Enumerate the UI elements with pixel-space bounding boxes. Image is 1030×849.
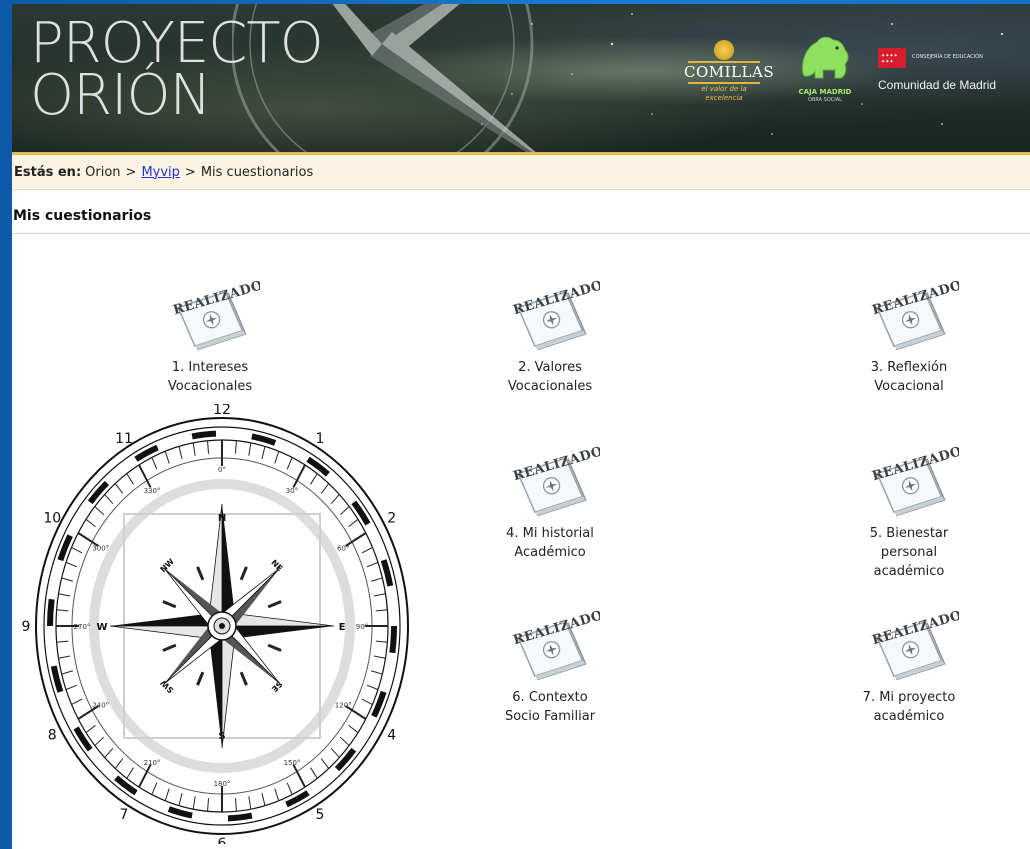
caja-madrid-logo-name: CAJA MADRID <box>798 88 852 96</box>
madrid-logo-small: CONSEJERÍA DE EDUCACIÓN <box>912 54 983 60</box>
compass-degree-label: 270° <box>74 623 91 631</box>
comunidad-madrid-logo[interactable]: ✦✦✦✦ ✦✦✦ CONSEJERÍA DE EDUCACIÓN Comunida… <box>874 48 1024 108</box>
compass-hour-label: 10 <box>43 511 61 527</box>
questionnaire-item-2[interactable]: REALIZADO 2. Valores Vocacionales <box>465 270 635 396</box>
breadcrumb: Estás en: Orion > Myvip > Mis cuestionar… <box>12 152 1030 190</box>
compass-ring-segment <box>227 812 253 822</box>
compass-degree-label: 30° <box>286 487 298 495</box>
compass-ring-segment <box>389 625 397 654</box>
compass-cardinal-label: N <box>218 513 226 524</box>
header-banner: PROYECTO ORIÓN COMILLAS el valor de la e… <box>12 4 1030 152</box>
breadcrumb-item-orion[interactable]: Orion <box>85 165 120 180</box>
compass-degree-label: 60° <box>337 545 349 553</box>
breadcrumb-separator: > <box>125 164 137 180</box>
questionnaire-label-line1[interactable]: 7. Mi proyecto <box>824 688 994 707</box>
compass-rose-graphic: 1212345678910110°30°60°90°120°150°180°21… <box>22 404 414 844</box>
comillas-logo-tagline: el valor de la excelencia <box>701 85 747 102</box>
madrid-logo-name: Comunidad de Madrid <box>878 78 997 92</box>
questionnaire-item-6[interactable]: REALIZADO 6. Contexto Socio Familiar <box>465 600 635 726</box>
compass-hour-label: 8 <box>48 728 57 744</box>
page-title: Mis cuestionarios <box>12 208 1030 234</box>
questionnaire-label-line1[interactable]: 3. Reflexión <box>824 358 994 377</box>
breadcrumb-item-current: Mis cuestionarios <box>200 164 314 180</box>
compass-degree-label: 180° <box>214 780 231 788</box>
compass-hour-label: 9 <box>22 619 31 635</box>
compass-degree-label: 0° <box>218 466 226 474</box>
questionnaire-book-icon[interactable]: REALIZADO <box>500 270 600 356</box>
comillas-logo[interactable]: COMILLAS el valor de la excelencia <box>684 40 775 114</box>
compass-hour-label: 11 <box>115 431 133 447</box>
questionnaire-label-line2[interactable]: Vocacionales <box>125 377 295 396</box>
questionnaire-label-line2[interactable]: Vocacional <box>824 377 994 396</box>
breadcrumb-separator: > <box>184 164 196 180</box>
compass-hour-label: 6 <box>218 836 227 844</box>
site-title-line2: ORIÓN <box>30 63 211 128</box>
compass-hour-label: 5 <box>316 807 325 823</box>
compass-ring-segment <box>47 598 55 627</box>
bear-icon <box>802 36 849 79</box>
compass-hour-label: 4 <box>387 728 396 744</box>
comillas-crest-icon <box>714 40 734 60</box>
compass-degree-label: 90° <box>356 623 368 631</box>
questionnaire-book-icon[interactable]: REALIZADO <box>500 600 600 686</box>
compass-degree-label: 300° <box>92 545 109 553</box>
questionnaire-item-4[interactable]: REALIZADO 4. Mi historial Académico <box>465 436 635 562</box>
caja-madrid-logo[interactable]: CAJA MADRID OBRA SOCIAL <box>790 34 860 114</box>
compass-degree-label: 330° <box>144 487 161 495</box>
breadcrumb-label: Estás en: <box>14 164 82 180</box>
questionnaire-label-line1[interactable]: 5. Bienestar <box>824 524 994 543</box>
compass-hour-label: 1 <box>316 431 325 447</box>
questionnaire-book-icon[interactable]: REALIZADO <box>859 270 959 356</box>
questionnaire-book-icon[interactable]: REALIZADO <box>500 436 600 522</box>
questionnaire-label-line2[interactable]: Vocacionales <box>465 377 635 396</box>
compass-degree-label: 240° <box>92 702 109 710</box>
questionnaire-item-7[interactable]: REALIZADO 7. Mi proyecto académico <box>824 600 994 726</box>
questionnaire-book-icon[interactable]: REALIZADO <box>859 600 959 686</box>
questionnaire-label-line1[interactable]: 2. Valores <box>465 358 635 377</box>
questionnaire-label-line2[interactable]: personal <box>824 543 994 562</box>
compass-cardinal-label: E <box>339 622 346 633</box>
questionnaire-label-line2[interactable]: Socio Familiar <box>465 707 635 726</box>
site-title: PROYECTO ORIÓN <box>30 16 324 128</box>
breadcrumb-link-myvip[interactable]: Myvip <box>141 165 179 180</box>
questionnaire-label-line3[interactable]: académico <box>824 562 994 581</box>
compass-ring-segment <box>191 430 217 440</box>
questionnaire-item-3[interactable]: REALIZADO 3. Reflexión Vocacional <box>824 270 994 396</box>
compass-cardinal-label: W <box>96 622 107 633</box>
compass-degree-label: 120° <box>335 702 352 710</box>
madrid-stars-icon: ✦✦✦✦ ✦✦✦ <box>881 53 898 65</box>
questionnaire-label-line1[interactable]: 6. Contexto <box>465 688 635 707</box>
compass-center <box>219 623 225 629</box>
comillas-logo-name: COMILLAS <box>684 63 775 81</box>
questionnaire-item-1[interactable]: REALIZADO 1. Intereses Vocacionales <box>125 270 295 396</box>
questionnaire-book-icon[interactable]: REALIZADO <box>160 270 260 356</box>
questionnaire-book-icon[interactable]: REALIZADO <box>859 436 959 522</box>
compass-hour-label: 7 <box>120 807 129 823</box>
compass-degree-label: 150° <box>284 759 301 767</box>
compass-degree-label: 210° <box>144 759 161 767</box>
questionnaire-label-line1[interactable]: 1. Intereses <box>125 358 295 377</box>
web-page: PROYECTO ORIÓN COMILLAS el valor de la e… <box>12 4 1030 849</box>
questionnaire-label-line2[interactable]: académico <box>824 707 994 726</box>
caja-madrid-logo-sub: OBRA SOCIAL <box>808 97 842 103</box>
questionnaire-item-5[interactable]: REALIZADO 5. Bienestar personal académico <box>824 436 994 581</box>
compass-hour-label: 12 <box>213 404 231 418</box>
compass-cardinal-label: S <box>218 731 225 742</box>
questionnaire-label-line1[interactable]: 4. Mi historial <box>465 524 635 543</box>
compass-hour-label: 2 <box>387 511 396 527</box>
questionnaire-label-line2[interactable]: Académico <box>465 543 635 562</box>
